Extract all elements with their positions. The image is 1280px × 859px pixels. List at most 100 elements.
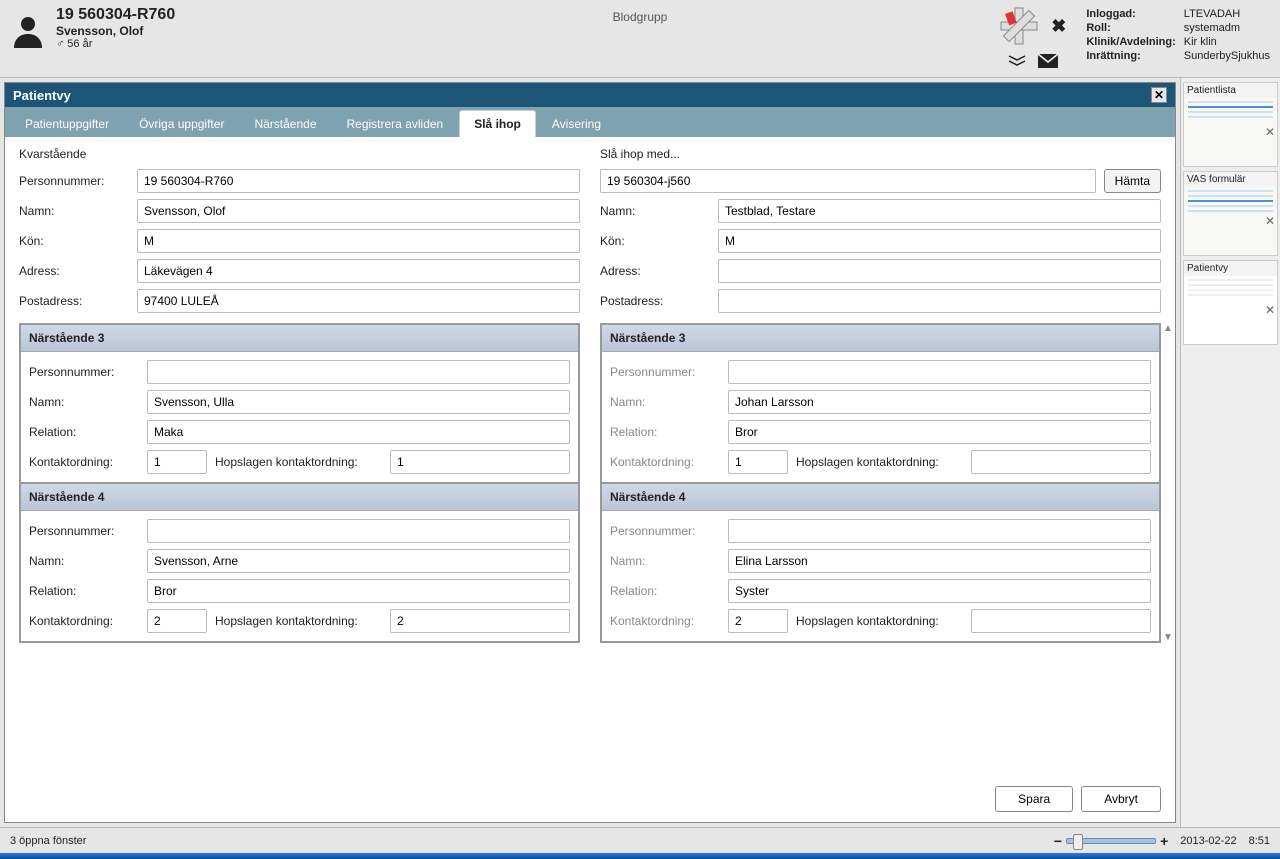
rel-namn-label: Namn: xyxy=(29,554,139,568)
scroll-down-icon[interactable]: ▼ xyxy=(1163,632,1173,643)
right-postadress-input[interactable] xyxy=(718,289,1161,313)
rel-personnummer-input[interactable] xyxy=(147,519,570,543)
scroll-up-icon[interactable]: ▲ xyxy=(1163,323,1173,334)
rel-hopslagen-input[interactable] xyxy=(390,450,570,474)
sidebar-item-close-icon[interactable]: ✕ xyxy=(1265,125,1275,139)
rel-relation-input[interactable] xyxy=(728,579,1151,603)
left-postadress-label: Postadress: xyxy=(19,294,129,308)
rel-namn-input[interactable] xyxy=(147,549,570,573)
medical-star-icon[interactable] xyxy=(999,6,1039,46)
right-adress-input[interactable] xyxy=(718,259,1161,283)
patientvy-window: Patientvy ✕ Patientuppgifter Övriga uppg… xyxy=(4,82,1176,823)
rel-namn-input[interactable] xyxy=(147,390,570,414)
login-clinic: Kir klin xyxy=(1184,36,1270,48)
login-facility-label: Inrättning: xyxy=(1086,50,1175,62)
tab-registrera-avliden[interactable]: Registrera avliden xyxy=(333,111,458,137)
rel-kontaktordning-label: Kontaktordning: xyxy=(610,614,720,628)
rel-namn-label: Namn: xyxy=(610,554,720,568)
relative-card: Närstående 4 Personnummer: Namn: Relatio… xyxy=(21,482,578,641)
window-title-bar: Patientvy ✕ xyxy=(5,83,1175,107)
relative-header: Närstående 3 xyxy=(602,325,1159,352)
rel-kontaktordning-label: Kontaktordning: xyxy=(29,455,139,469)
status-bar: 3 öppna fönster − + 2013-02-22 8:51 xyxy=(0,827,1280,853)
zoom-control[interactable]: − + xyxy=(1054,833,1168,849)
rel-namn-input[interactable] xyxy=(728,549,1151,573)
rel-relation-label: Relation: xyxy=(610,425,720,439)
patient-id: 19 560304-R760 xyxy=(56,6,175,24)
right-personnummer-input[interactable] xyxy=(600,169,1096,193)
login-clinic-label: Klinik/Avdelning: xyxy=(1086,36,1175,48)
left-kon-label: Kön: xyxy=(19,234,129,248)
rel-hopslagen-input[interactable] xyxy=(971,450,1151,474)
mail-icon[interactable] xyxy=(1038,54,1058,68)
right-namn-input[interactable] xyxy=(718,199,1161,223)
rel-personnummer-label: Personnummer: xyxy=(610,524,720,538)
tab-patientuppgifter[interactable]: Patientuppgifter xyxy=(11,111,123,137)
header-med-icons: ✖ xyxy=(999,6,1066,68)
sidebar-item-vas-formular[interactable]: VAS formulär ✕ xyxy=(1183,171,1278,256)
right-kon-input[interactable] xyxy=(718,229,1161,253)
left-personnummer-input[interactable] xyxy=(137,169,580,193)
rel-relation-input[interactable] xyxy=(147,579,570,603)
tab-strip: Patientuppgifter Övriga uppgifter Närstå… xyxy=(5,107,1175,137)
rel-personnummer-input[interactable] xyxy=(147,360,570,384)
rel-personnummer-input[interactable] xyxy=(728,519,1151,543)
login-user: LTEVADAH xyxy=(1184,8,1270,20)
sidebar-item-close-icon[interactable]: ✕ xyxy=(1265,214,1275,228)
rel-kontaktordning-input[interactable] xyxy=(147,609,207,633)
rel-kontaktordning-label: Kontaktordning: xyxy=(29,614,139,628)
left-personnummer-label: Personnummer: xyxy=(19,174,129,188)
kvarstaende-column: Kvarstående Personnummer: Namn: Kön: xyxy=(19,147,580,313)
rel-kontaktordning-input[interactable] xyxy=(728,609,788,633)
left-kon-input[interactable] xyxy=(137,229,580,253)
tab-sla-ihop[interactable]: Slå ihop xyxy=(459,110,536,137)
sla-ihop-med-heading: Slå ihop med... xyxy=(600,147,1161,161)
hamta-button[interactable]: Hämta xyxy=(1104,169,1161,193)
cancel-button[interactable]: Avbryt xyxy=(1081,786,1161,812)
rel-relation-input[interactable] xyxy=(147,420,570,444)
login-role: systemadm xyxy=(1184,22,1270,34)
zoom-slider-thumb[interactable] xyxy=(1073,834,1083,850)
rel-personnummer-label: Personnummer: xyxy=(29,365,139,379)
patient-name: Svensson, Olof xyxy=(56,24,175,38)
scroll-indicator[interactable]: ▲ ▼ xyxy=(1163,323,1173,643)
close-icon[interactable]: ✖ xyxy=(1051,16,1066,37)
sidebar-item-label: Patientvy xyxy=(1184,261,1277,276)
window-close-button[interactable]: ✕ xyxy=(1151,87,1167,103)
sidebar-item-patientvy[interactable]: Patientvy ✕ xyxy=(1183,260,1278,345)
relative-header: Närstående 4 xyxy=(602,484,1159,511)
tab-ovriga-uppgifter[interactable]: Övriga uppgifter xyxy=(125,111,238,137)
chevrons-down-icon[interactable] xyxy=(1008,55,1026,67)
rel-relation-label: Relation: xyxy=(610,584,720,598)
left-adress-label: Adress: xyxy=(19,264,129,278)
tab-narstaende[interactable]: Närstående xyxy=(240,111,330,137)
patient-age: ♂ 56 år xyxy=(56,38,175,50)
rel-personnummer-input[interactable] xyxy=(728,360,1151,384)
rel-kontaktordning-input[interactable] xyxy=(728,450,788,474)
left-adress-input[interactable] xyxy=(137,259,580,283)
rel-relation-input[interactable] xyxy=(728,420,1151,444)
rel-namn-input[interactable] xyxy=(728,390,1151,414)
avatar-icon xyxy=(10,12,46,48)
sidebar-item-patientlista[interactable]: Patientlista ✕ xyxy=(1183,82,1278,167)
tab-avisering[interactable]: Avisering xyxy=(538,111,615,137)
relatives-left-column: Närstående 3 Personnummer: Namn: Relatio… xyxy=(19,323,580,643)
save-button[interactable]: Spara xyxy=(995,786,1073,812)
rel-personnummer-label: Personnummer: xyxy=(610,365,720,379)
rel-hopslagen-input[interactable] xyxy=(971,609,1151,633)
zoom-plus-icon[interactable]: + xyxy=(1160,833,1168,849)
kvarstaende-heading: Kvarstående xyxy=(19,147,580,161)
relative-header: Närstående 3 xyxy=(21,325,578,352)
zoom-minus-icon[interactable]: − xyxy=(1054,833,1062,849)
sidebar-item-close-icon[interactable]: ✕ xyxy=(1265,303,1275,317)
os-taskbar xyxy=(0,853,1280,859)
rel-hopslagen-input[interactable] xyxy=(390,609,570,633)
left-postadress-input[interactable] xyxy=(137,289,580,313)
status-time: 8:51 xyxy=(1249,835,1270,847)
bloodgroup-label: Blodgrupp xyxy=(613,10,668,24)
rel-kontaktordning-input[interactable] xyxy=(147,450,207,474)
relatives-right-column: Närstående 3 Personnummer: Namn: Relatio… xyxy=(600,323,1161,643)
left-namn-input[interactable] xyxy=(137,199,580,223)
sidebar-item-label: VAS formulär xyxy=(1184,172,1277,187)
zoom-slider[interactable] xyxy=(1066,838,1156,844)
